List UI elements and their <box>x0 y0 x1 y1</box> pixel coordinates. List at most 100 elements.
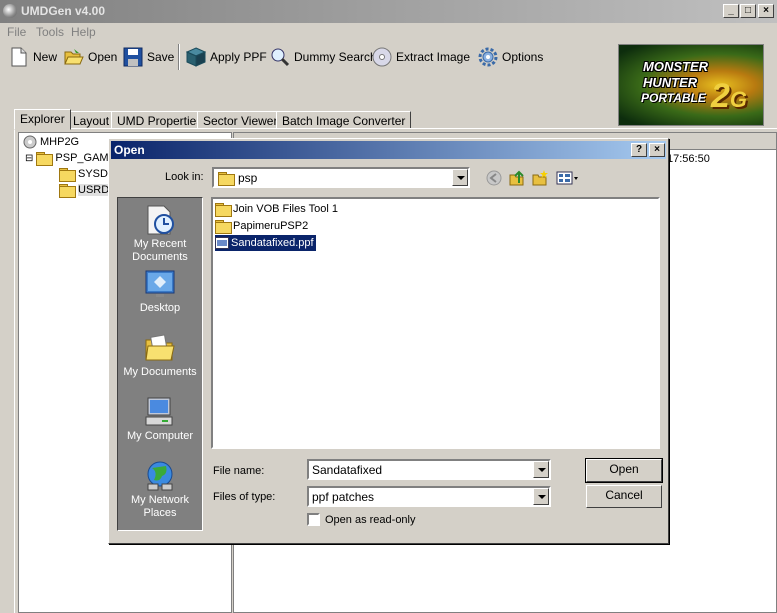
minimize-button[interactable]: _ <box>723 4 739 18</box>
close-button[interactable]: × <box>758 4 774 18</box>
tree-item-root[interactable]: MHP2G <box>23 134 79 150</box>
place-my-computer[interactable]: My Computer <box>118 396 202 443</box>
disc-icon <box>23 135 37 149</box>
view-menu-icon[interactable] <box>556 169 580 187</box>
dialog-help-button[interactable]: ? <box>631 143 647 157</box>
chevron-down-icon[interactable] <box>533 461 549 478</box>
dialog-close-button[interactable]: × <box>649 143 665 157</box>
read-only-label: Open as read-only <box>325 513 416 526</box>
folder-icon <box>59 168 76 182</box>
files-of-type-label: Files of type: <box>213 491 276 503</box>
new-folder-icon[interactable] <box>531 169 549 187</box>
apply-ppf-label: Apply PPF <box>210 50 267 64</box>
tree-child-label: PSP_GAM <box>55 152 109 164</box>
tab-explorer[interactable]: Explorer <box>14 109 71 130</box>
folder-icon <box>215 203 232 217</box>
save-button[interactable]: Save <box>123 43 174 71</box>
place-desktop[interactable]: Desktop <box>118 268 202 315</box>
my-documents-icon <box>144 332 176 364</box>
menu-file[interactable]: File <box>7 25 26 39</box>
open-dialog-button[interactable]: Open <box>585 458 663 483</box>
network-globe-icon <box>144 460 176 492</box>
list-item-papimerupsp2[interactable]: PapimeruPSP2 <box>215 218 310 234</box>
tab-umd-properties[interactable]: UMD Properties <box>111 111 209 129</box>
extract-image-button[interactable]: Extract Image <box>372 43 470 71</box>
dialog-title: Open <box>114 143 145 157</box>
new-label: New <box>33 50 58 64</box>
app-disc-icon <box>3 4 17 18</box>
toolbar: New Open Save Apply PPF Dummy Search Ext… <box>0 41 610 73</box>
menu-bar: File Tools Help <box>0 23 777 41</box>
file-name-label: File name: <box>213 465 265 477</box>
tree-collapse-icon: ⊟ <box>25 152 34 164</box>
file-name-input[interactable]: Sandatafixed <box>307 459 551 480</box>
game-banner-image: MONSTER HUNTER PORTABLE 2G <box>618 44 764 126</box>
window-title-bar[interactable]: UMDGen v4.00 _ □ × <box>0 0 777 23</box>
tab-sector-viewer[interactable]: Sector Viewer <box>197 111 284 129</box>
folder-icon <box>36 152 54 166</box>
list-item-sandatafixed-ppf[interactable]: Sandatafixed.ppf <box>214 234 317 252</box>
menu-tools[interactable]: Tools <box>36 25 64 39</box>
place-my-documents[interactable]: My Documents <box>118 332 202 379</box>
magnifier-icon <box>270 47 290 67</box>
save-label: Save <box>147 50 175 64</box>
dummy-search-label: Dummy Search <box>294 50 377 64</box>
folder-icon <box>218 172 235 186</box>
recent-documents-icon <box>144 204 176 236</box>
menu-help[interactable]: Help <box>71 25 96 39</box>
tree-item-psp-game[interactable]: ⊟ PSP_GAM <box>25 150 109 166</box>
gear-icon <box>478 47 498 67</box>
maximize-button[interactable]: □ <box>740 4 756 18</box>
disc-extract-icon <box>372 47 392 67</box>
places-bar: My Recent Documents Desktop My Documents… <box>117 197 203 531</box>
chevron-down-icon[interactable] <box>533 488 549 505</box>
place-my-network-places[interactable]: My Network Places <box>118 460 202 520</box>
extract-image-label: Extract Image <box>396 50 471 64</box>
file-name-value: Sandatafixed <box>312 463 383 477</box>
open-label: Open <box>88 50 118 64</box>
open-button[interactable]: Open <box>64 43 117 71</box>
look-in-label: Look in: <box>165 171 204 183</box>
banner-line-3: PORTABLE <box>641 91 706 105</box>
toolbar-separator <box>178 44 180 70</box>
file-list[interactable]: Join VOB Files Tool 1 PapimeruPSP2 Sanda… <box>211 197 660 449</box>
options-label: Options <box>502 50 544 64</box>
floppy-disk-icon <box>123 47 143 67</box>
list-item-join-vob-files-tool-1[interactable]: Join VOB Files Tool 1 <box>215 201 340 217</box>
ppf-file-icon <box>215 237 229 249</box>
back-icon[interactable] <box>485 169 503 187</box>
computer-icon <box>144 396 176 428</box>
options-button[interactable]: Options <box>478 43 543 71</box>
folder-icon <box>59 184 76 198</box>
banner-line-2: HUNTER <box>643 75 698 90</box>
new-button[interactable]: New <box>9 43 57 71</box>
chevron-down-icon[interactable] <box>452 169 468 186</box>
tree-item-usrdir[interactable]: USRD: <box>59 182 113 198</box>
window-title: UMDGen v4.00 <box>21 4 106 18</box>
dialog-title-bar[interactable]: Open ? × <box>111 141 666 159</box>
look-in-dropdown[interactable]: psp <box>212 167 470 188</box>
tab-batch-image-converter[interactable]: Batch Image Converter <box>276 111 412 129</box>
open-folder-icon <box>64 47 84 67</box>
timestamp-text: 17:56:50 <box>667 153 710 165</box>
read-only-option[interactable]: Open as read-only <box>307 513 416 526</box>
tree-root-label: MHP2G <box>40 136 80 148</box>
look-in-value: psp <box>238 171 258 185</box>
new-document-icon <box>9 47 29 67</box>
place-my-recent-documents[interactable]: My Recent Documents <box>118 204 202 264</box>
read-only-checkbox[interactable] <box>307 513 320 526</box>
desktop-icon <box>144 268 176 300</box>
files-of-type-dropdown[interactable]: ppf patches <box>307 486 551 507</box>
banner-numeral: 2G <box>711 77 748 115</box>
open-dialog: Open ? × Look in: psp My Recent Document… <box>108 138 669 544</box>
banner-line-1: MONSTER <box>643 59 708 74</box>
files-of-type-value: ppf patches <box>312 490 375 504</box>
tab-layout[interactable]: Layout <box>67 111 116 129</box>
dummy-search-button[interactable]: Dummy Search <box>270 43 377 71</box>
cancel-button[interactable]: Cancel <box>586 485 662 508</box>
tree-item-sysdir[interactable]: SYSDI <box>59 166 111 182</box>
up-folder-icon[interactable] <box>508 169 526 187</box>
package-box-icon <box>185 47 207 67</box>
tree-sub1-label: SYSDI <box>78 168 112 180</box>
apply-ppf-button[interactable]: Apply PPF <box>185 43 267 71</box>
